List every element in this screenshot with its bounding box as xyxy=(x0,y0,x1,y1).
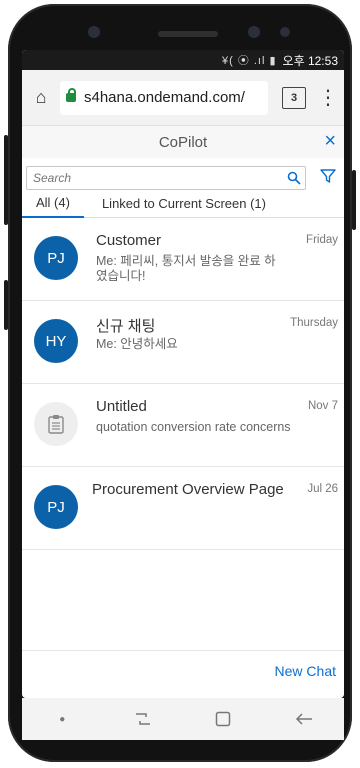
avatar: HY xyxy=(34,319,78,363)
tab-all[interactable]: All (4) xyxy=(22,190,84,218)
url-text: s4hana.ondemand.com/ xyxy=(84,89,245,106)
recents-icon[interactable] xyxy=(131,710,155,728)
search-icon[interactable] xyxy=(287,171,301,185)
conversation-title: Customer xyxy=(96,232,162,249)
power-button xyxy=(352,170,356,230)
copilot-title: CoPilot xyxy=(158,133,208,151)
sensor xyxy=(280,27,290,37)
lock-icon xyxy=(66,88,76,102)
list-item[interactable]: HY 신규 채팅 Thursday Me: 안녕하세요 xyxy=(22,301,344,384)
conversation-date: Friday xyxy=(306,234,338,246)
sensor xyxy=(248,26,260,38)
conversation-title: 신규 채팅 xyxy=(96,318,156,335)
tab-linked[interactable]: Linked to Current Screen (1) xyxy=(84,190,280,218)
home-icon[interactable]: ⌂ xyxy=(22,87,60,108)
bixby-button xyxy=(4,280,8,330)
android-navbar: ● xyxy=(22,698,344,740)
dot-icon[interactable]: ● xyxy=(50,710,74,728)
more-vert-icon[interactable]: ⋮ xyxy=(318,85,338,110)
clipboard-icon xyxy=(48,415,64,434)
conversation-preview: quotation conversion rate concerns xyxy=(96,420,291,434)
avatar: PJ xyxy=(34,485,78,529)
browser-toolbar: ⌂ s4hana.ondemand.com/ 3 ⋮ xyxy=(22,70,344,126)
copilot-footer: New Chat xyxy=(22,650,344,698)
volume-button xyxy=(4,135,8,225)
status-icons: ¥( ⦿ .ıl ▮ xyxy=(221,55,277,67)
copilot-header: CoPilot × xyxy=(22,126,344,158)
conversation-date: Jul 26 xyxy=(307,483,338,495)
conversation-tabs: All (4) Linked to Current Screen (1) xyxy=(22,190,344,218)
conversation-preview: Me: 안녕하세요 xyxy=(96,337,178,351)
avatar: PJ xyxy=(34,236,78,280)
search-field[interactable] xyxy=(26,166,306,190)
conversation-preview: Me: 페리씨, 통지서 발송을 완료 하였습니다! xyxy=(96,254,276,283)
conversation-date: Nov 7 xyxy=(307,400,338,412)
conversation-title: Procurement Overview Page xyxy=(92,481,284,498)
avatar xyxy=(34,402,78,446)
home-button-icon[interactable] xyxy=(211,710,235,728)
screen: ¥( ⦿ .ıl ▮ 오후 12:53 ⌂ s4hana.ondemand.co… xyxy=(22,50,344,698)
front-camera xyxy=(88,26,100,38)
tab-switcher-button[interactable]: 3 xyxy=(282,86,306,109)
earpiece xyxy=(158,31,218,37)
list-item[interactable]: PJ Customer Friday Me: 페리씨, 통지서 발송을 완료 하… xyxy=(22,218,344,301)
close-icon[interactable]: × xyxy=(324,130,336,153)
status-bar: ¥( ⦿ .ıl ▮ 오후 12:53 xyxy=(22,50,344,70)
back-icon[interactable] xyxy=(292,710,316,728)
address-bar[interactable]: s4hana.ondemand.com/ xyxy=(60,80,268,115)
search-input[interactable] xyxy=(31,170,287,186)
new-chat-button[interactable]: New Chat xyxy=(275,663,336,679)
filter-icon[interactable] xyxy=(320,168,336,184)
list-item[interactable]: PJ Procurement Overview Page Jul 26 xyxy=(22,467,344,550)
conversation-list: PJ Customer Friday Me: 페리씨, 통지서 발송을 완료 하… xyxy=(22,218,344,550)
conversation-date: Thursday xyxy=(290,317,338,329)
list-item[interactable]: Untitled Nov 7 quotation conversion rate… xyxy=(22,384,344,467)
conversation-title: Untitled xyxy=(96,398,147,415)
status-time: 오후 12:53 xyxy=(282,53,338,68)
